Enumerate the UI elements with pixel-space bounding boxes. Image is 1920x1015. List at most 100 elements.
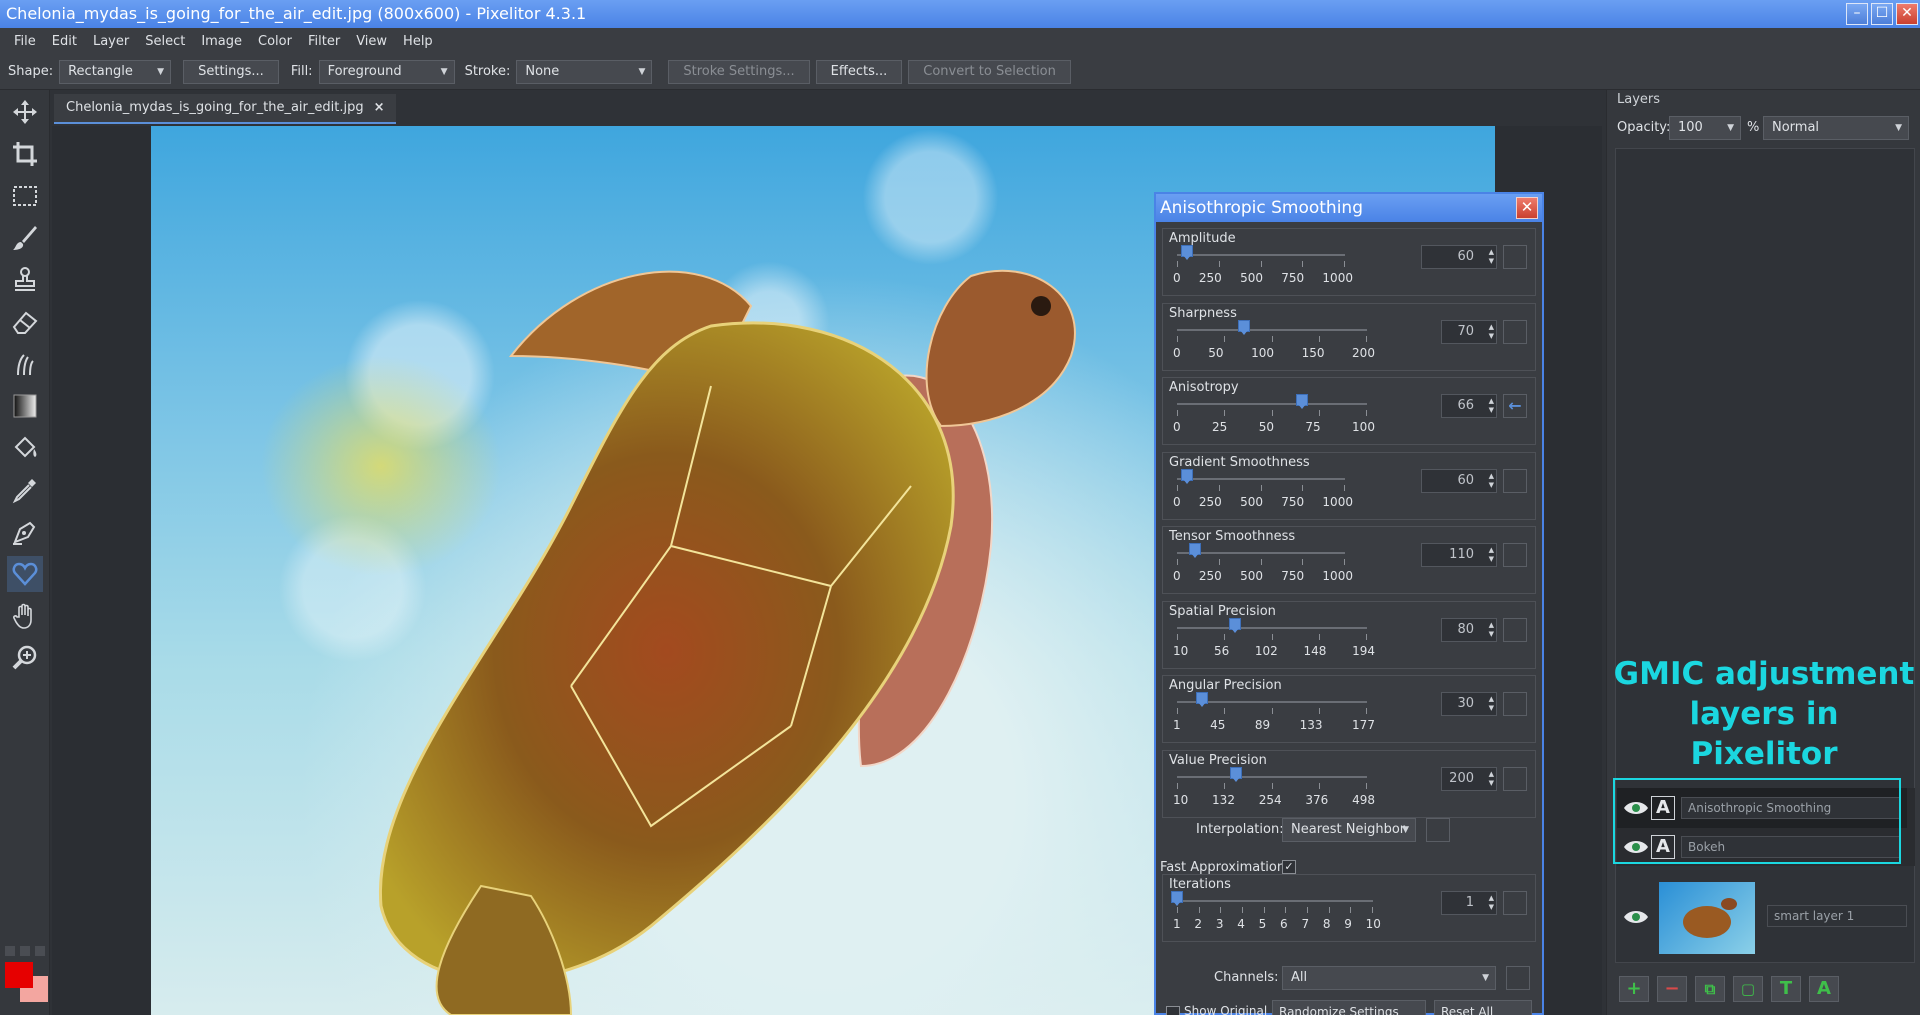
shapes-tool[interactable] [7, 556, 43, 592]
slider-track[interactable] [1177, 328, 1367, 331]
paint-bucket-tool[interactable] [7, 430, 43, 466]
channels-reset-button[interactable] [1506, 966, 1530, 990]
opacity-input[interactable]: 100 ▼ [1669, 116, 1741, 140]
menu-color[interactable]: Color [250, 34, 300, 49]
shape-select[interactable]: Rectangle ▼ [59, 59, 172, 84]
zoom-tool[interactable] [7, 640, 43, 676]
add-adjustment-layer-button[interactable]: A [1809, 976, 1839, 1002]
effects-button[interactable]: Effects... [815, 59, 903, 84]
slider-track[interactable] [1177, 477, 1345, 480]
maximize-button[interactable]: ☐ [1871, 3, 1893, 25]
reset-arrow-icon[interactable]: ← [1503, 394, 1527, 418]
menu-filter[interactable]: Filter [300, 34, 348, 49]
slider-track[interactable] [1177, 552, 1345, 554]
gradient-tool[interactable] [7, 388, 43, 424]
param-reset-button[interactable] [1503, 617, 1527, 642]
close-button[interactable]: ✕ [1896, 3, 1918, 25]
spinner-arrows-icon[interactable]: ▲ ▼ [1489, 248, 1494, 266]
layer-row-smart-layer[interactable]: smart layer 1 [1617, 880, 1907, 960]
reset-colors-icon[interactable] [5, 946, 15, 956]
value-spinner[interactable]: 30 ▲ ▼ [1441, 692, 1497, 716]
color-picker-tool[interactable] [7, 472, 43, 508]
blend-mode-select[interactable]: Normal ▼ [1763, 116, 1909, 140]
swap-colors-icon[interactable] [20, 946, 30, 956]
randomize-colors-icon[interactable] [35, 946, 45, 956]
slider-track[interactable] [1177, 900, 1373, 902]
brush-tool[interactable] [7, 220, 43, 256]
clone-stamp-tool[interactable] [7, 262, 43, 298]
value-spinner[interactable]: 80 ▲ ▼ [1441, 617, 1497, 642]
fill-select[interactable]: Foreground ▼ [318, 59, 455, 84]
slider-handle[interactable] [1230, 766, 1243, 782]
selection-tool[interactable] [7, 178, 43, 214]
slider-handle[interactable] [1181, 468, 1194, 484]
add-text-layer-button[interactable]: T [1771, 976, 1801, 1002]
randomize-settings-button[interactable]: Randomize Settings [1272, 1000, 1426, 1015]
param-reset-button[interactable] [1503, 319, 1527, 344]
eraser-tool[interactable] [7, 304, 43, 340]
value-spinner[interactable]: 60 ▲ ▼ [1421, 468, 1497, 493]
value-spinner[interactable]: 1 ▲ ▼ [1441, 891, 1497, 915]
settings-button[interactable]: Settings... [183, 59, 279, 84]
document-tab[interactable]: Chelonia_mydas_is_going_for_the_air_edit… [54, 94, 397, 124]
value-spinner[interactable]: 66 ▲ ▼ [1441, 394, 1497, 418]
show-original-checkbox[interactable] [1166, 1006, 1180, 1015]
slider-handle[interactable] [1189, 543, 1202, 558]
foreground-color-swatch[interactable] [5, 962, 33, 988]
value-spinner[interactable]: 200 ▲ ▼ [1441, 766, 1497, 791]
add-layer-button[interactable]: + [1619, 976, 1649, 1002]
channels-select[interactable]: All ▼ [1282, 966, 1496, 990]
menu-select[interactable]: Select [137, 34, 193, 49]
param-reset-button[interactable] [1503, 766, 1527, 791]
add-mask-button[interactable]: ▢ [1733, 976, 1763, 1002]
value-spinner[interactable]: 110 ▲ ▼ [1421, 543, 1497, 567]
convert-to-selection-button[interactable]: Convert to Selection [908, 59, 1071, 84]
param-reset-button[interactable] [1503, 543, 1527, 567]
slider-handle[interactable] [1237, 319, 1250, 335]
slider-track[interactable] [1177, 403, 1367, 405]
duplicate-layer-button[interactable]: ⧉ [1695, 976, 1725, 1002]
spinner-arrows-icon[interactable]: ▲ ▼ [1489, 472, 1494, 490]
dialog-close-button[interactable]: ✕ [1516, 197, 1538, 219]
value-spinner[interactable]: 60 ▲ ▼ [1421, 245, 1497, 269]
crop-tool[interactable] [7, 136, 43, 172]
close-icon[interactable]: × [374, 100, 385, 115]
slider-handle[interactable] [1228, 617, 1241, 633]
interpolation-reset-button[interactable] [1426, 818, 1450, 842]
delete-layer-button[interactable]: − [1657, 976, 1687, 1002]
menu-help[interactable]: Help [395, 34, 441, 49]
reset-all-button[interactable]: Reset All [1434, 1000, 1532, 1015]
slider-handle[interactable] [1196, 692, 1209, 707]
layer-name-field[interactable]: smart layer 1 [1767, 905, 1907, 927]
spinner-arrows-icon[interactable]: ▲ ▼ [1489, 695, 1494, 713]
param-reset-button[interactable] [1503, 891, 1527, 915]
hand-tool[interactable] [7, 598, 43, 634]
spinner-arrows-icon[interactable]: ▲ ▼ [1489, 894, 1494, 912]
smudge-tool[interactable] [7, 346, 43, 382]
spinner-arrows-icon[interactable]: ▲ ▼ [1489, 397, 1494, 415]
slider-track[interactable] [1177, 626, 1367, 629]
spinner-arrows-icon[interactable]: ▲ ▼ [1489, 546, 1494, 564]
pen-tool[interactable] [7, 514, 43, 550]
param-reset-button[interactable] [1503, 468, 1527, 493]
menu-edit[interactable]: Edit [44, 34, 85, 49]
interpolation-select[interactable]: Nearest Neighbor ▼ [1282, 818, 1416, 842]
stroke-settings-button[interactable]: Stroke Settings... [668, 59, 810, 84]
eye-icon[interactable] [1623, 908, 1649, 926]
fast-approximation-checkbox[interactable]: ✓ [1282, 860, 1296, 874]
minimize-button[interactable]: – [1846, 3, 1868, 25]
menu-layer[interactable]: Layer [85, 34, 137, 49]
slider-handle[interactable] [1296, 394, 1309, 409]
stroke-select[interactable]: None ▼ [516, 59, 653, 84]
spinner-arrows-icon[interactable]: ▲ ▼ [1489, 770, 1494, 788]
spinner-arrows-icon[interactable]: ▲ ▼ [1489, 621, 1494, 639]
param-reset-button[interactable] [1503, 245, 1527, 269]
slider-handle[interactable] [1181, 245, 1194, 260]
move-tool[interactable] [7, 94, 43, 130]
value-spinner[interactable]: 70 ▲ ▼ [1441, 319, 1497, 344]
param-reset-button[interactable] [1503, 692, 1527, 716]
menu-image[interactable]: Image [193, 34, 250, 49]
slider-track[interactable] [1177, 254, 1345, 256]
slider-track[interactable] [1177, 775, 1367, 778]
menu-view[interactable]: View [348, 34, 395, 49]
